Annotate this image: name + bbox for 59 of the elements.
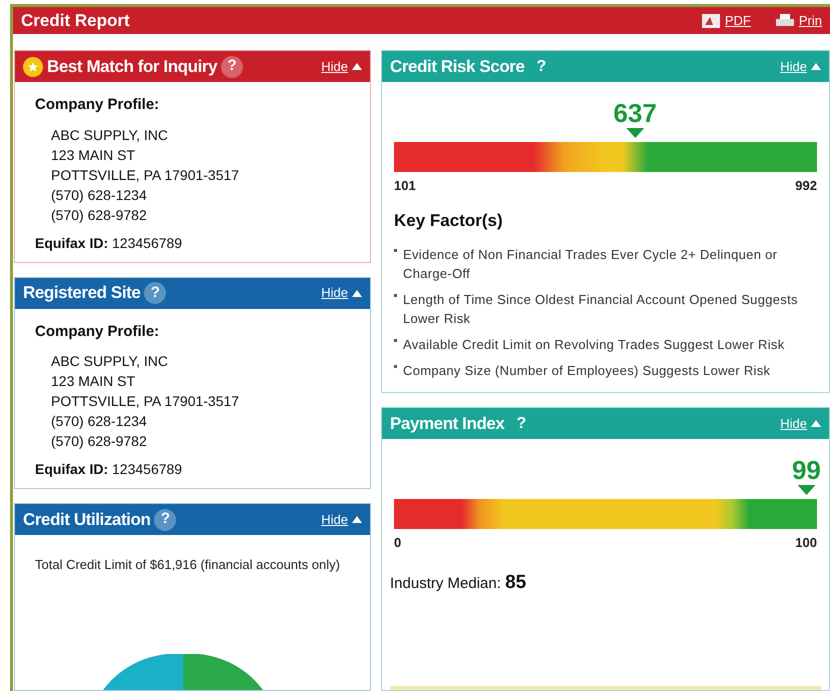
report-title: Credit Report: [21, 10, 130, 32]
id-label: Equifax ID:: [35, 234, 108, 250]
panel-title: Payment Index: [390, 412, 504, 435]
hide-link[interactable]: Hide: [321, 56, 362, 76]
scale-max: 100: [795, 534, 817, 552]
caret-up-icon: [811, 63, 821, 70]
address-line: (570) 628-9782: [51, 206, 148, 224]
address-line: ABC SUPPLY, INC: [51, 126, 169, 144]
panel-title: Credit Risk Score: [390, 56, 524, 78]
help-icon[interactable]: ?: [144, 282, 166, 304]
bullet-icon: [394, 365, 397, 368]
score-value: 99: [792, 457, 821, 483]
key-factor: Evidence of Non Financial Trades Ever Cycle 2+ Delinquen or Charge-Off: [403, 246, 778, 283]
help-icon[interactable]: ?: [154, 508, 176, 530]
bullet-icon: [394, 339, 397, 342]
printer-icon: [774, 12, 795, 28]
hide-link[interactable]: Hide: [780, 56, 821, 76]
bullet-icon: [394, 249, 397, 252]
help-icon[interactable]: ?: [221, 56, 244, 78]
key-factor: Available Credit Limit on Revolving Trades Suggest Lower Risk: [403, 336, 785, 354]
address-line: POTTSVILLE, PA 17901-3517: [51, 166, 240, 184]
scale-min: 0: [394, 534, 402, 552]
caret-up-icon: [352, 516, 362, 523]
hide-link[interactable]: Hide: [780, 414, 821, 434]
key-factors-heading: Key Factor(s): [394, 210, 504, 232]
caret-up-icon: [352, 63, 362, 70]
credit-limit-text: Total Credit Limit of $61,916 (financial accounts only): [35, 556, 341, 574]
print-link[interactable]: Prin: [774, 10, 822, 30]
scale-max: 992: [795, 177, 817, 195]
panel-title: Credit Utilization: [23, 508, 150, 531]
key-factor: Company Size (Number of Employees) Suggests Lower Risk: [403, 362, 770, 380]
help-icon[interactable]: ?: [516, 412, 526, 436]
hide-link[interactable]: Hide: [321, 510, 362, 530]
median-value: 85: [505, 572, 526, 592]
pdf-icon: [700, 12, 721, 28]
scale-min: 101: [394, 177, 416, 195]
address-line: 123 MAIN ST: [51, 372, 136, 391]
caret-up-icon: [811, 420, 821, 427]
caret-up-icon: [352, 290, 362, 296]
address-line: ABC SUPPLY, INC: [51, 352, 169, 371]
address-line: 123 MAIN ST: [51, 146, 136, 164]
help-icon[interactable]: ?: [536, 54, 546, 78]
address-line: (570) 628-9782: [51, 432, 148, 451]
key-factor: Length of Time Since Oldest Financial Account Opened Suggests Lower Risk: [403, 291, 799, 328]
address-line: (570) 628-1234: [51, 412, 148, 431]
id-value: 123456789: [112, 461, 182, 477]
panel-title: Registered Site: [23, 282, 140, 304]
section-heading: Company Profile:: [35, 95, 160, 115]
id-value: 123456789: [112, 234, 182, 250]
id-label: Equifax ID:: [35, 461, 108, 477]
panel-title: Best Match for Inquiry: [47, 56, 218, 78]
hide-link[interactable]: Hide: [321, 283, 362, 303]
median-label: Industry Median:: [390, 574, 501, 592]
section-heading: Company Profile:: [35, 322, 160, 342]
pdf-link[interactable]: PDF: [700, 10, 751, 30]
score-value: 637: [613, 100, 657, 126]
address-line: POTTSVILLE, PA 17901-3517: [51, 392, 240, 411]
bullet-icon: [394, 294, 397, 297]
address-line: (570) 628-1234: [51, 186, 148, 204]
